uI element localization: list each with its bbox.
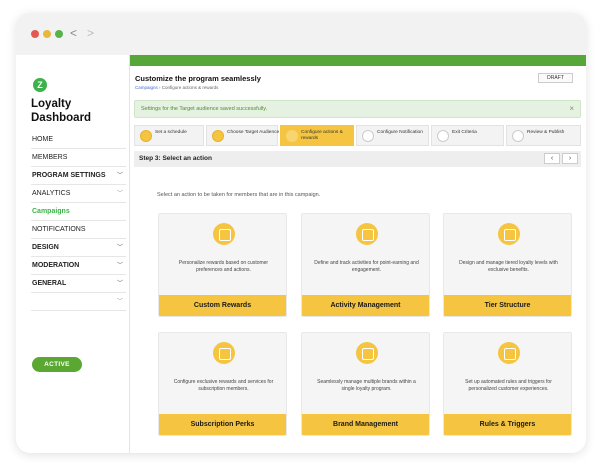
- step-4[interactable]: Configure Notification: [356, 125, 429, 146]
- top-accent-bar: [130, 55, 586, 66]
- card-description: Seamlessly manage multiple brands within…: [317, 379, 416, 392]
- sidebar-item-blank-9[interactable]: ﹀: [31, 293, 126, 311]
- success-alert: Settings for the Target audience saved s…: [134, 100, 581, 118]
- rules-icon: [498, 342, 520, 364]
- card-action-button[interactable]: Brand Management: [302, 414, 429, 435]
- minimize-window-icon[interactable]: [43, 30, 51, 38]
- close-window-icon[interactable]: [31, 30, 39, 38]
- sidebar-item-design[interactable]: DESIGN ﹀: [31, 239, 126, 257]
- sidebar-item-label: NOTIFICATIONS: [32, 226, 86, 233]
- draft-button[interactable]: DRAFT: [538, 73, 573, 83]
- chevron-down-icon: ﹀: [116, 299, 123, 305]
- sidebar-nav: HOME MEMBERS PROGRAM SETTINGS ﹀ ANALYTICS ﹀ Ca…: [31, 131, 126, 311]
- card-action-button[interactable]: Subscription Perks: [159, 414, 286, 435]
- chevron-down-icon: ﹀: [116, 281, 123, 287]
- action-card-3[interactable]: Design and manage tiered loyalty levels …: [443, 213, 572, 317]
- sidebar-item-label: MODERATION: [32, 262, 80, 269]
- page-title: Customize the program seamlessly: [135, 74, 261, 83]
- sidebar-item-moderation[interactable]: MODERATION ﹀: [31, 257, 126, 275]
- card-description: Define and track activities for point-ea…: [314, 260, 419, 273]
- step-header: Step 3: Select an action ‹ ›: [134, 151, 581, 167]
- sidebar: Z Loyalty Dashboard HOME MEMBERS PROGRAM S…: [16, 55, 130, 453]
- chevron-down-icon: ﹀: [116, 263, 123, 269]
- step-label: Choose Target Audience: [227, 130, 280, 135]
- brand-logo-icon: Z: [33, 78, 47, 92]
- next-step-button[interactable]: ›: [562, 153, 578, 164]
- brand-title-line2: Dashboard: [31, 112, 92, 124]
- sidebar-item-label: DESIGN: [32, 244, 59, 251]
- step-status-icon: [286, 130, 298, 142]
- step-label: Review & Publish: [527, 130, 565, 135]
- success-alert-message: Settings for the Target audience saved s…: [141, 106, 268, 112]
- sidebar-item-home[interactable]: HOME: [31, 131, 126, 149]
- step-status-icon: [140, 130, 152, 142]
- step-1[interactable]: Set a schedule: [134, 125, 204, 146]
- action-card-5[interactable]: Seamlessly manage multiple brands within…: [301, 332, 430, 436]
- breadcrumb-current: Configure actions & rewards: [161, 85, 219, 90]
- sidebar-item-campaigns[interactable]: Campaigns: [31, 203, 126, 221]
- sidebar-item-label: HOME: [32, 136, 53, 143]
- chevron-down-icon: ﹀: [116, 173, 123, 179]
- sidebar-item-label: GENERAL: [32, 280, 67, 287]
- card-description: Configure exclusive rewards and services…: [173, 379, 274, 392]
- step-6[interactable]: Review & Publish: [506, 125, 581, 146]
- brand-icon: [356, 342, 378, 364]
- sidebar-item-general[interactable]: GENERAL ﹀: [31, 275, 126, 293]
- brand-title: Loyalty Dashboard: [31, 97, 91, 125]
- step-label: Set a schedule: [155, 130, 187, 135]
- subscription-icon: [213, 342, 235, 364]
- breadcrumb-campaigns-link[interactable]: Campaigns: [135, 85, 158, 90]
- step-status-icon: [512, 130, 524, 142]
- step-title: Step 3: Select an action: [139, 155, 212, 162]
- sidebar-item-label: PROGRAM SETTINGS: [32, 172, 106, 179]
- sidebar-item-members[interactable]: MEMBERS: [31, 149, 126, 167]
- breadcrumb-separator: ›: [159, 85, 161, 90]
- sidebar-item-analytics[interactable]: ANALYTICS ﹀: [31, 185, 126, 203]
- maximize-window-icon[interactable]: [55, 30, 63, 38]
- card-description: Personalize rewards based on customer pr…: [178, 260, 269, 273]
- card-action-button[interactable]: Activity Management: [302, 295, 429, 316]
- back-arrow-icon[interactable]: <: [70, 26, 77, 40]
- brand-title-line1: Loyalty: [31, 98, 72, 110]
- action-card-4[interactable]: Configure exclusive rewards and services…: [158, 332, 287, 436]
- action-card-1[interactable]: Personalize rewards based on customer pr…: [158, 213, 287, 317]
- step-status-icon: [437, 130, 449, 142]
- breadcrumb: Campaigns › Configure actions & rewards: [135, 85, 218, 90]
- tier-icon: [498, 223, 520, 245]
- progress-stepper: Set a schedule Choose Target Audience Conf…: [134, 125, 581, 146]
- action-card-6[interactable]: Set up automated rules and triggers for …: [443, 332, 572, 436]
- close-icon[interactable]: ×: [569, 104, 574, 114]
- rewards-icon: [213, 223, 235, 245]
- window-titlebar: < >: [16, 13, 586, 55]
- step-status-icon: [212, 130, 224, 142]
- card-action-button[interactable]: Rules & Triggers: [444, 414, 571, 435]
- instruction-text: Select an action to be taken for members…: [157, 192, 321, 198]
- app-window: < > Z Loyalty Dashboard HOME MEMBERS PROGR…: [16, 13, 586, 453]
- sidebar-item-label: MEMBERS: [32, 154, 68, 161]
- prev-step-button[interactable]: ‹: [544, 153, 560, 164]
- activity-icon: [356, 223, 378, 245]
- status-active-button[interactable]: ACTIVE: [32, 357, 82, 372]
- main-content: Customize the program seamlessly Campaig…: [130, 55, 586, 453]
- step-5[interactable]: Exit Criteria: [431, 125, 504, 146]
- step-label: Configure Notification: [377, 130, 423, 135]
- chevron-down-icon: ﹀: [116, 191, 123, 197]
- action-card-2[interactable]: Define and track activities for point-ea…: [301, 213, 430, 317]
- card-action-button[interactable]: Tier Structure: [444, 295, 571, 316]
- card-description: Set up automated rules and triggers for …: [465, 379, 552, 392]
- step-status-icon: [362, 130, 374, 142]
- step-label: Configure actions & rewards: [301, 130, 343, 141]
- sidebar-item-label: Campaigns: [32, 208, 70, 215]
- sidebar-item-notifications[interactable]: NOTIFICATIONS: [31, 221, 126, 239]
- card-description: Design and manage tiered loyalty levels …: [459, 260, 558, 273]
- card-action-button[interactable]: Custom Rewards: [159, 295, 286, 316]
- step-3[interactable]: Configure actions & rewards: [280, 125, 354, 146]
- step-label: Exit Criteria: [452, 130, 477, 135]
- step-2[interactable]: Choose Target Audience: [206, 125, 279, 146]
- sidebar-item-program-settings[interactable]: PROGRAM SETTINGS ﹀: [31, 167, 126, 185]
- chevron-down-icon: ﹀: [116, 245, 123, 251]
- sidebar-item-label: ANALYTICS: [32, 190, 71, 197]
- forward-arrow-icon[interactable]: >: [87, 26, 94, 40]
